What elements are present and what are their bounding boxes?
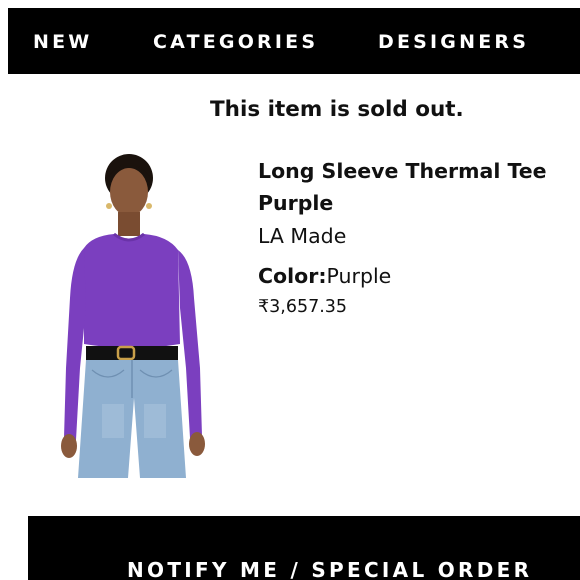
product-brand[interactable]: LA Made (258, 222, 346, 250)
model-illustration (61, 154, 205, 478)
product-title-line-1: Long Sleeve Thermal Tee (258, 159, 547, 183)
product-image[interactable] (52, 148, 220, 478)
color-label: Color: (258, 264, 327, 288)
top-navigation-bar: NEW CATEGORIES DESIGNERS (8, 8, 580, 74)
product-title-line-2: Purple (258, 191, 334, 215)
notify-me-label: NOTIFY ME / SPECIAL ORDER (127, 558, 533, 580)
notify-me-button[interactable]: NOTIFY ME / SPECIAL ORDER (28, 516, 580, 580)
color-value: Purple (326, 264, 392, 288)
nav-item-designers[interactable]: DESIGNERS (378, 30, 529, 54)
product-title: Long Sleeve Thermal Tee Purple (258, 155, 580, 219)
product-price: ₹3,657.35 (258, 297, 348, 317)
nav-item-new[interactable]: NEW (33, 30, 92, 54)
product-color: Color:Purple (258, 262, 391, 290)
nav-item-categories[interactable]: CATEGORIES (153, 30, 318, 54)
sold-out-message: This item is sold out. (210, 97, 464, 122)
